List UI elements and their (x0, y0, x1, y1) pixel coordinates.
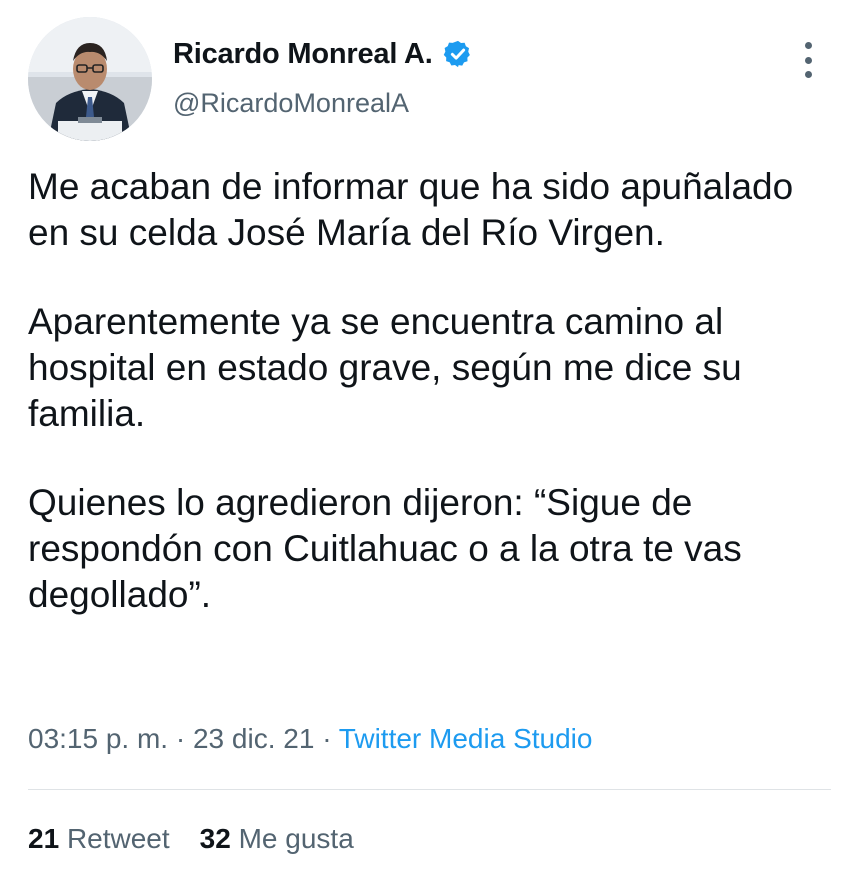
divider (28, 789, 831, 790)
meta-separator: · (322, 723, 332, 754)
tweet-paragraph: Aparentemente ya se encuentra camino al … (28, 301, 742, 434)
tweet-date[interactable]: 23 dic. 21 (193, 723, 314, 754)
tweet-text: Me acaban de informar que ha sido apuñal… (28, 164, 818, 661)
tweet-paragraph: Me acaban de informar que ha sido apuñal… (28, 166, 794, 253)
meta-separator: · (175, 723, 186, 754)
tweet-card: Ricardo Monreal A. @RicardoMonrealA Me a… (0, 0, 859, 884)
likes-stat[interactable]: 32 Me gusta (200, 823, 354, 854)
author-handle[interactable]: @RicardoMonrealA (173, 88, 409, 119)
avatar-photo-icon (28, 17, 152, 141)
author-avatar[interactable] (28, 17, 152, 141)
author-display-name[interactable]: Ricardo Monreal A. (173, 38, 433, 71)
author-name-row: Ricardo Monreal A. (173, 34, 473, 74)
tweet-time[interactable]: 03:15 p. m. (28, 723, 168, 754)
tweet-metadata: 03:15 p. m. · 23 dic. 21 · Twitter Media… (28, 723, 592, 755)
retweets-label: Retweet (66, 823, 170, 854)
retweets-stat[interactable]: 21 Retweet (28, 823, 170, 854)
tweet-stats: 21 Retweet 32 Me gusta (28, 823, 354, 855)
tweet-paragraph: Quienes lo agredieron dijeron: “Sigue de… (28, 482, 742, 615)
likes-label: Me gusta (238, 823, 354, 854)
more-options-icon[interactable] (794, 40, 822, 80)
verified-badge-icon (443, 39, 473, 69)
retweets-count: 21 (28, 823, 60, 854)
tweet-source-link[interactable]: Twitter Media Studio (339, 723, 593, 754)
likes-count: 32 (199, 823, 231, 854)
